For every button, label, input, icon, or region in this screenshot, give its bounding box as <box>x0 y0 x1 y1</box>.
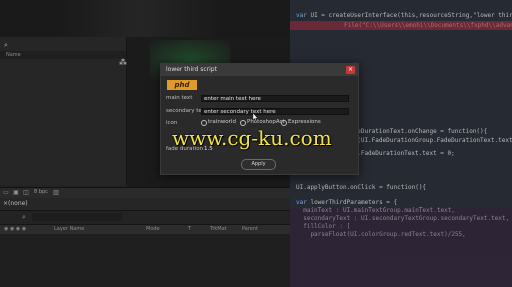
code-token: UI.applyButton.onClick = function(){ <box>296 184 427 191</box>
parent-column[interactable]: Parent <box>242 225 258 234</box>
code-line[interactable]: var UI = createUserInterface(this,resour… <box>296 12 512 20</box>
flowchart-icon[interactable]: ⁂ <box>119 59 127 67</box>
code-line[interactable]: up.FadeDurationText.text = 0; <box>350 150 455 158</box>
radio-expressions-label: Expressions <box>288 119 321 125</box>
code-token: up.FadeDurationText.text = 0; <box>350 150 455 157</box>
code-token: var <box>296 12 311 19</box>
code-token: UI = createUserInterface(this,resourceSt… <box>310 12 512 19</box>
mode-column[interactable]: Mode <box>146 225 160 234</box>
timeline-body <box>0 234 290 287</box>
main-text-label: main text <box>166 95 193 101</box>
code-token: adeDurationText.onChange = function(){ <box>350 128 488 135</box>
interpret-footage-icon[interactable]: ▭ <box>2 189 10 196</box>
timeline-comp-name[interactable]: (none) <box>8 200 28 208</box>
project-panel <box>0 37 127 185</box>
trash-icon[interactable]: ▥ <box>52 189 60 196</box>
t-column[interactable]: T <box>188 225 191 234</box>
radio-trainworld-label: trainworld <box>208 119 236 125</box>
watermark-text: www.cg-ku.com <box>172 126 332 150</box>
top-panel <box>0 0 290 37</box>
trkmat-column[interactable]: TrkMat <box>210 225 227 234</box>
error-highlight <box>290 21 512 30</box>
comp-icon[interactable]: ◫ <box>22 189 30 196</box>
secondary-text-input[interactable]: enter secondary text here <box>201 108 349 115</box>
close-icon[interactable]: × <box>346 66 355 74</box>
layer-name-column[interactable]: Layer Name <box>54 225 84 234</box>
dialog-titlebar[interactable]: lower third script × <box>161 64 358 76</box>
code-line[interactable]: var lowerThirdParameters = { <box>296 199 397 207</box>
code-token: lowerThirdParameters = { <box>310 199 398 206</box>
switch-icons: ◉ ◉ ◉ ◉ <box>4 226 27 232</box>
folder-icon[interactable]: ▣ <box>12 189 20 196</box>
mouse-cursor-icon <box>253 113 258 121</box>
phd-logo: phd <box>167 80 197 90</box>
code-line[interactable]: at(UI.FadeDurationGroup.FadeDurationText… <box>350 137 512 145</box>
project-column-header: Name <box>0 51 126 59</box>
code-token: var <box>296 199 311 206</box>
code-token: at(UI.FadeDurationGroup.FadeDurationText… <box>350 137 512 144</box>
main-text-input[interactable]: enter main text here <box>201 95 349 102</box>
bpc-label[interactable]: 8 bpc <box>34 189 48 196</box>
code-line[interactable]: UI.applyButton.onClick = function(){ <box>296 184 426 192</box>
code-line[interactable]: adeDurationText.onChange = function(){ <box>350 128 487 136</box>
search-icon[interactable]: ⌕ <box>4 41 16 49</box>
timeline-search-icon[interactable]: ⌕ <box>22 213 26 221</box>
dialog-title: lower third script <box>166 66 217 73</box>
timeline-tab-bar <box>0 198 290 211</box>
timeline-search-input[interactable] <box>32 213 122 221</box>
name-column-label[interactable]: Name <box>6 51 21 59</box>
selection-overlay <box>290 208 512 287</box>
apply-button[interactable]: Apply <box>241 159 276 170</box>
